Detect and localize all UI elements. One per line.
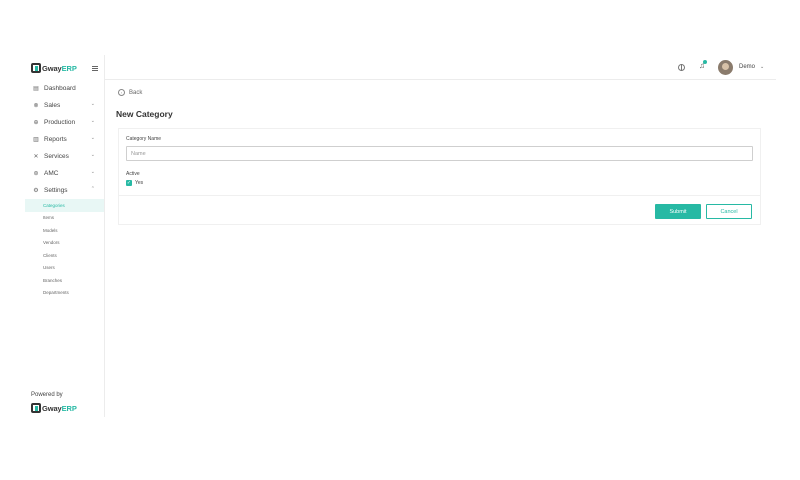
avatar[interactable] [718, 60, 733, 75]
chevron-down-icon: ⌄ [90, 169, 95, 175]
menu-toggle-icon[interactable] [92, 66, 98, 71]
production-icon: ⊕ [33, 120, 39, 126]
submenu-item-items[interactable]: Items [25, 212, 104, 225]
settings-submenu: Categories Items Models Vendors Clients … [25, 199, 104, 299]
services-icon: ✕ [33, 154, 39, 160]
chevron-down-icon[interactable]: ⌄ [760, 64, 764, 70]
sidebar-item-dashboard[interactable]: ▤ Dashboard [25, 80, 104, 97]
logo-text: GwayERP [42, 63, 77, 73]
category-form: Category Name Active ✓ Yes Submit Cancel [118, 128, 761, 225]
logo-icon [31, 403, 41, 413]
back-arrow-icon: ‹ [118, 89, 125, 96]
amc-icon: ⊛ [33, 171, 39, 177]
sidebar-item-label: Services [44, 153, 69, 160]
page-title: New Category [116, 109, 173, 119]
active-checkbox-row[interactable]: ✓ Yes [126, 180, 143, 186]
submenu-item-departments[interactable]: Departments [25, 287, 104, 300]
settings-icon: ⚙ [33, 188, 39, 194]
sidebar-item-production[interactable]: ⊕ Production ⌄ [25, 114, 104, 131]
cancel-button[interactable]: Cancel [706, 204, 752, 219]
logo-text: GwayERP [42, 403, 77, 413]
sidebar-item-label: Production [44, 119, 76, 126]
chevron-down-icon: ⌄ [90, 152, 95, 158]
submenu-item-branches[interactable]: Branches [25, 274, 104, 287]
powered-by-label: Powered by [31, 392, 63, 398]
notification-dot [703, 60, 707, 64]
sales-icon: ⊗ [33, 103, 39, 109]
submenu-item-users[interactable]: Users [25, 262, 104, 275]
back-link[interactable]: ‹ Back [118, 89, 142, 96]
user-name[interactable]: Demo [739, 64, 755, 70]
sidebar-item-services[interactable]: ✕ Services ⌄ [25, 148, 104, 165]
submenu-item-models[interactable]: Models [25, 224, 104, 237]
sidebar-item-label: Settings [44, 187, 68, 194]
submenu-item-clients[interactable]: Clients [25, 249, 104, 262]
active-label: Active [126, 171, 140, 177]
sidebar-item-settings[interactable]: ⚙ Settings ⌃ [25, 182, 104, 199]
category-name-label: Category Name [126, 136, 162, 142]
sidebar-item-reports[interactable]: ▥ Reports ⌄ [25, 131, 104, 148]
sidebar-item-label: AMC [44, 170, 59, 177]
submit-button[interactable]: Submit [655, 204, 701, 219]
logo[interactable]: GwayERP [31, 63, 77, 73]
dashboard-icon: ▤ [33, 86, 39, 92]
sidebar: GwayERP ▤ Dashboard ⊗ Sales ⌄ ⊕ Producti… [25, 55, 105, 417]
logo-icon [31, 63, 41, 73]
sidebar-nav: ▤ Dashboard ⊗ Sales ⌄ ⊕ Production ⌄ ▥ R… [25, 80, 104, 299]
sidebar-item-amc[interactable]: ⊛ AMC ⌄ [25, 165, 104, 182]
chevron-down-icon: ⌄ [90, 118, 95, 124]
sidebar-item-label: Dashboard [44, 85, 76, 92]
chevron-down-icon: ⌄ [90, 135, 95, 141]
reports-icon: ▥ [33, 137, 39, 143]
form-divider [119, 195, 760, 196]
sidebar-item-label: Reports [44, 136, 67, 143]
back-label: Back [129, 89, 143, 96]
active-option-label: Yes [135, 180, 144, 186]
submenu-item-categories[interactable]: Categories [25, 199, 104, 212]
app-window: GwayERP ▤ Dashboard ⊗ Sales ⌄ ⊕ Producti… [25, 55, 776, 417]
footer-logo: GwayERP [31, 403, 77, 413]
active-checkbox[interactable]: ✓ [126, 180, 132, 186]
globe-icon[interactable] [678, 64, 685, 71]
submenu-item-vendors[interactable]: Vendors [25, 237, 104, 250]
sidebar-item-label: Sales [44, 102, 61, 109]
chevron-up-icon: ⌃ [90, 186, 95, 192]
sidebar-item-sales[interactable]: ⊗ Sales ⌄ [25, 97, 104, 114]
topbar: ♫ Demo ⌄ [105, 55, 776, 80]
chevron-down-icon: ⌄ [90, 101, 95, 107]
category-name-input[interactable] [126, 146, 753, 161]
